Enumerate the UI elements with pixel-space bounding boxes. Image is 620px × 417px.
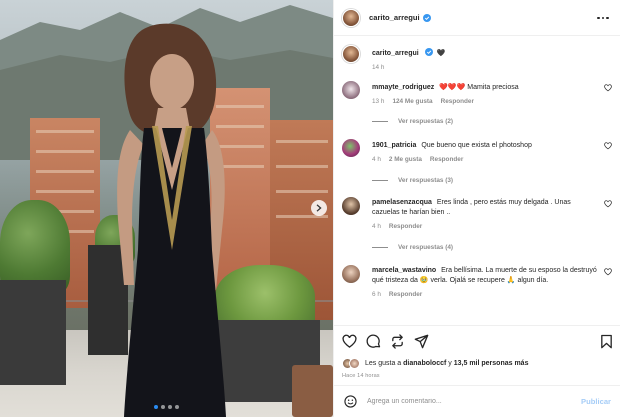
comment-item: mmayte_rodriguez ❤️❤️❤️ Mamita preciosa … [342,81,612,131]
carousel-dot [154,405,158,409]
more-options-icon[interactable] [597,13,611,23]
bookmark-icon[interactable] [599,334,614,349]
heart-icon[interactable] [604,142,612,150]
commenter-avatar[interactable] [342,81,360,99]
comment-text: Que bueno que exista el photoshop [421,142,532,149]
reply-button[interactable]: Responder [389,290,422,300]
comment-username[interactable]: marcela_wastavino [372,267,436,274]
comment-input[interactable] [367,398,582,405]
reply-button[interactable]: Responder [389,222,422,232]
action-icons [342,334,614,350]
reply-button[interactable]: Responder [441,97,474,107]
woman-figure [117,23,226,417]
post-header: carito_arregui [334,0,620,36]
likes-others[interactable]: 13,5 mil personas más [454,360,529,367]
author-username[interactable]: carito_arregui [369,13,420,22]
comment-item: 1901_patricia Que bueno que exista el ph… [342,139,612,189]
comment-composer: Publicar [334,385,620,417]
liker-avatar [349,357,360,369]
comment-text: ❤️❤️❤️ Mamita preciosa [439,84,519,91]
view-replies[interactable]: Ver respuestas (3) [372,177,453,184]
carousel-next-button[interactable] [311,200,327,216]
comment-icon[interactable] [366,334,381,349]
comment-time[interactable]: 13 h [372,97,384,107]
commenter-avatar[interactable] [342,197,360,215]
comment-time[interactable]: 6 h [372,290,381,300]
comment-username[interactable]: 1901_patricia [372,142,416,149]
author-avatar[interactable] [342,8,360,27]
post-media[interactable] [0,0,333,417]
likes-prefix: Les gusta a [365,359,402,367]
send-icon[interactable] [414,334,429,349]
pot-terracotta [292,365,333,417]
comment-likes[interactable]: 2 Me gusta [389,155,422,165]
comment-item: pamelasenzacqua Eres linda , pero estás … [342,197,612,257]
comment-username[interactable]: pamelasenzacqua [372,199,432,206]
repost-icon[interactable] [390,334,405,349]
verified-badge-icon [424,48,433,56]
comment-item: marcela_wastavino Era bellísima. La muer… [342,265,612,325]
post-timestamp[interactable]: Hace 14 horas [342,373,380,379]
pot-left [0,280,66,385]
comments-list: carito_arregui 🖤 14 h mmayte_rodriguez ❤… [334,36,620,325]
caption-username[interactable]: carito_arregui [372,50,419,57]
caption-text: 🖤 [436,50,446,57]
chevron-right-icon [316,204,322,212]
view-replies[interactable]: Ver respuestas (4) [372,244,453,251]
carousel-dot [161,405,165,409]
post-details-panel: carito_arregui carito_arregui 🖤 14 h mma… [333,0,620,417]
commenter-avatar[interactable] [342,139,360,157]
publish-button[interactable]: Publicar [581,397,611,406]
comment-likes[interactable]: 124 Me gusta [392,97,432,107]
reply-button[interactable]: Responder [430,155,463,165]
view-replies[interactable]: Ver respuestas (2) [372,118,453,125]
smiley-icon[interactable] [344,395,357,408]
carousel-dot [168,405,172,409]
carousel-dot [175,405,179,409]
comment-time[interactable]: 4 h [372,222,381,232]
heart-icon[interactable] [604,84,612,92]
caption: carito_arregui 🖤 14 h [342,45,612,75]
likes-joiner: y [448,359,452,367]
author-avatar[interactable] [342,45,360,63]
comment-time[interactable]: 4 h [372,155,381,165]
liker-username[interactable]: dianaboloccf [403,360,446,367]
caption-time: 14 h [372,64,385,71]
heart-icon[interactable] [604,268,612,276]
likes-summary[interactable]: Les gusta a dianaboloccf y 13,5 mil pers… [342,357,528,369]
comment-username[interactable]: mmayte_rodriguez [372,84,434,91]
heart-icon[interactable] [604,200,612,208]
carousel-indicator [0,405,333,409]
heart-icon[interactable] [342,334,357,349]
commenter-avatar[interactable] [342,265,360,283]
post-actions: Les gusta a dianaboloccf y 13,5 mil pers… [334,325,620,379]
verified-badge-icon [422,13,431,22]
